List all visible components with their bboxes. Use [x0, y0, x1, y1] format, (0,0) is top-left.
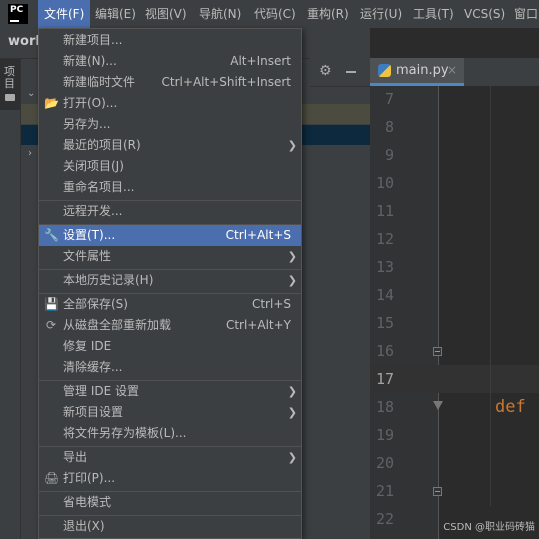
- menu-refactor[interactable]: 重构(R): [307, 0, 349, 28]
- menu-item-manage-ide-settings[interactable]: 管理 IDE 设置 ❯: [39, 381, 301, 402]
- chevron-right-icon: ❯: [287, 385, 297, 398]
- menu-bar: PC 文件(F) 编辑(E) 视图(V) 导航(N) 代码(C) 重构(R) 运…: [0, 0, 539, 28]
- menu-item-recent-projects[interactable]: 最近的项目(R) ❯: [39, 135, 301, 156]
- editor-tab-label[interactable]: main.py: [396, 63, 449, 78]
- menu-view[interactable]: 视图(V): [145, 0, 187, 28]
- chevron-down-icon[interactable]: ⌄: [27, 88, 35, 99]
- minimize-icon[interactable]: [346, 71, 356, 73]
- shortcut-label: Ctrl+S: [251, 297, 291, 311]
- code-editor[interactable]: [439, 86, 539, 539]
- fold-collapse-icon[interactable]: [433, 487, 442, 496]
- menu-item-new-project[interactable]: 新建项目...: [39, 30, 301, 51]
- print-icon: 🖨: [44, 471, 60, 485]
- line-number: 8: [384, 118, 394, 136]
- chevron-right-icon: ❯: [287, 139, 297, 152]
- menu-vcs[interactable]: VCS(S): [464, 0, 505, 28]
- menu-item-new-project-setup[interactable]: 新项目设置 ❯: [39, 402, 301, 423]
- file-menu-dropdown: 新建项目... 新建(N)... Alt+Insert 新建临时文件 Ctrl+…: [38, 28, 302, 539]
- reload-icon: ⟳: [45, 318, 57, 332]
- line-number: 16: [375, 342, 394, 360]
- indent-guide: [490, 86, 491, 506]
- line-number: 7: [384, 90, 394, 108]
- line-number: 14: [375, 286, 394, 304]
- line-number: 13: [375, 258, 394, 276]
- chevron-right-icon: ❯: [287, 274, 297, 287]
- python-file-icon: [378, 64, 391, 77]
- menu-item-rename-project[interactable]: 重命名项目...: [39, 177, 301, 198]
- line-number: 20: [375, 454, 394, 472]
- project-tool-label: 项目: [4, 65, 15, 90]
- menu-navigate[interactable]: 导航(N): [199, 0, 241, 28]
- menu-item-settings[interactable]: 🔧 设置(T)... Ctrl+Alt+S: [39, 225, 301, 246]
- gear-icon[interactable]: ⚙: [319, 63, 332, 79]
- chevron-right-icon: ❯: [287, 451, 297, 464]
- folder-open-icon: 📂: [44, 96, 59, 110]
- menu-item-repair-ide[interactable]: 修复 IDE: [39, 336, 301, 357]
- watermark: CSDN @职业码砖猫: [443, 522, 535, 533]
- line-number: 11: [375, 202, 394, 220]
- close-icon[interactable]: ×: [447, 63, 457, 77]
- menu-item-new-scratch-file[interactable]: 新建临时文件 Ctrl+Alt+Shift+Insert: [39, 72, 301, 93]
- menu-item-save-as[interactable]: 另存为...: [39, 114, 301, 135]
- code-keyword-def[interactable]: def: [495, 397, 526, 417]
- fold-start-icon[interactable]: [433, 401, 443, 410]
- line-number: 19: [375, 426, 394, 444]
- menu-item-open[interactable]: 📂 打开(O)...: [39, 93, 301, 114]
- menu-tools[interactable]: 工具(T): [413, 0, 454, 28]
- menu-item-save-all[interactable]: 💾 全部保存(S) Ctrl+S: [39, 294, 301, 315]
- line-number: 10: [375, 174, 394, 192]
- menu-item-exit[interactable]: 退出(X): [39, 516, 301, 537]
- menu-item-invalidate-caches[interactable]: 清除缓存...: [39, 357, 301, 378]
- shortcut-label: Ctrl+Alt+Y: [225, 318, 291, 332]
- shortcut-label: Ctrl+Alt+S: [225, 228, 291, 242]
- chevron-right-icon[interactable]: ›: [28, 148, 32, 159]
- pycharm-logo-icon: PC: [8, 4, 28, 24]
- menu-item-print[interactable]: 🖨 打印(P)...: [39, 468, 301, 489]
- folder-icon: [5, 94, 15, 101]
- chevron-right-icon: ❯: [287, 250, 297, 263]
- menu-item-close-project[interactable]: 关闭项目(J): [39, 156, 301, 177]
- menu-item-new[interactable]: 新建(N)... Alt+Insert: [39, 51, 301, 72]
- menu-item-remote-development[interactable]: 远程开发...: [39, 201, 301, 222]
- line-number: 15: [375, 314, 394, 332]
- menu-item-export[interactable]: 导出 ❯: [39, 447, 301, 468]
- menu-window[interactable]: 窗口: [514, 0, 538, 28]
- menu-file[interactable]: 文件(F): [38, 0, 90, 28]
- save-icon: 💾: [44, 297, 59, 311]
- fold-collapse-icon[interactable]: [433, 347, 442, 356]
- line-number-current: 17: [375, 370, 394, 388]
- logo-text: PC: [10, 5, 24, 15]
- chevron-right-icon: ❯: [287, 406, 297, 419]
- line-number: 22: [375, 510, 394, 528]
- line-number: 18: [375, 398, 394, 416]
- current-line-highlight: [370, 365, 539, 393]
- wrench-icon: 🔧: [44, 228, 59, 242]
- menu-run[interactable]: 运行(U): [360, 0, 402, 28]
- menu-edit[interactable]: 编辑(E): [95, 0, 136, 28]
- menu-item-local-history[interactable]: 本地历史记录(H) ❯: [39, 270, 301, 291]
- shortcut-label: Alt+Insert: [230, 54, 291, 68]
- menu-item-save-as-template[interactable]: 将文件另存为模板(L)...: [39, 423, 301, 444]
- line-number: 12: [375, 230, 394, 248]
- line-number: 21: [375, 482, 394, 500]
- menu-item-power-save-mode[interactable]: 省电模式: [39, 492, 301, 513]
- line-number: 9: [384, 146, 394, 164]
- menu-code[interactable]: 代码(C): [254, 0, 296, 28]
- menu-item-reload-all[interactable]: ⟳ 从磁盘全部重新加载 Ctrl+Alt+Y: [39, 315, 301, 336]
- shortcut-label: Ctrl+Alt+Shift+Insert: [161, 75, 291, 89]
- menu-item-file-properties[interactable]: 文件属性 ❯: [39, 246, 301, 267]
